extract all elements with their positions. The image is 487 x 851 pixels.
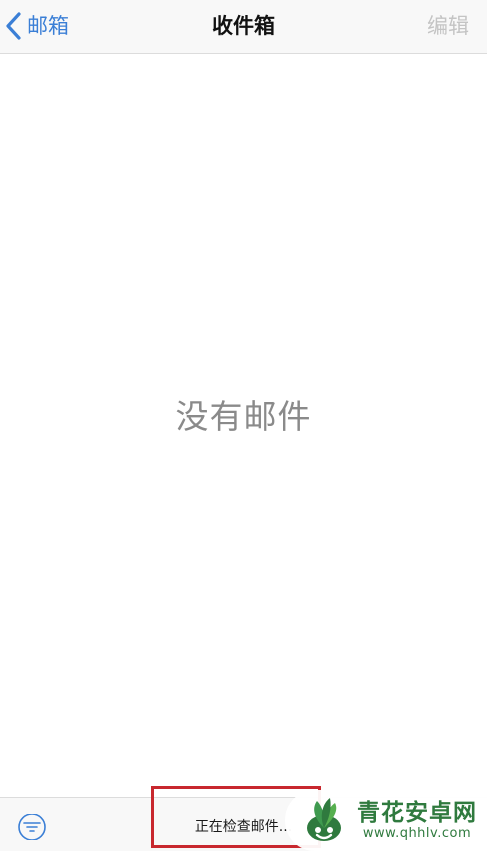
watermark-url: www.qhhlv.com (362, 826, 472, 841)
watermark-name: 青花安卓网 (357, 800, 477, 826)
edit-button[interactable]: 编辑 (427, 12, 469, 40)
watermark-text: 青花安卓网 www.qhhlv.com (357, 800, 477, 841)
site-watermark: 青花安卓网 www.qhhlv.com (285, 790, 487, 851)
back-label: 邮箱 (27, 13, 69, 38)
chevron-left-icon (6, 12, 21, 40)
navigation-bar: 邮箱 收件箱 编辑 (0, 0, 487, 54)
page-title: 收件箱 (212, 14, 275, 38)
empty-state-message: 没有邮件 (175, 397, 312, 436)
back-to-mailboxes-button[interactable]: 邮箱 (4, 8, 69, 44)
mail-inbox-screen: 邮箱 收件箱 编辑 没有邮件 正在检查邮件... 青花安卓网 www.qhhlv… (0, 0, 487, 851)
leaf-logo-icon (307, 797, 341, 841)
